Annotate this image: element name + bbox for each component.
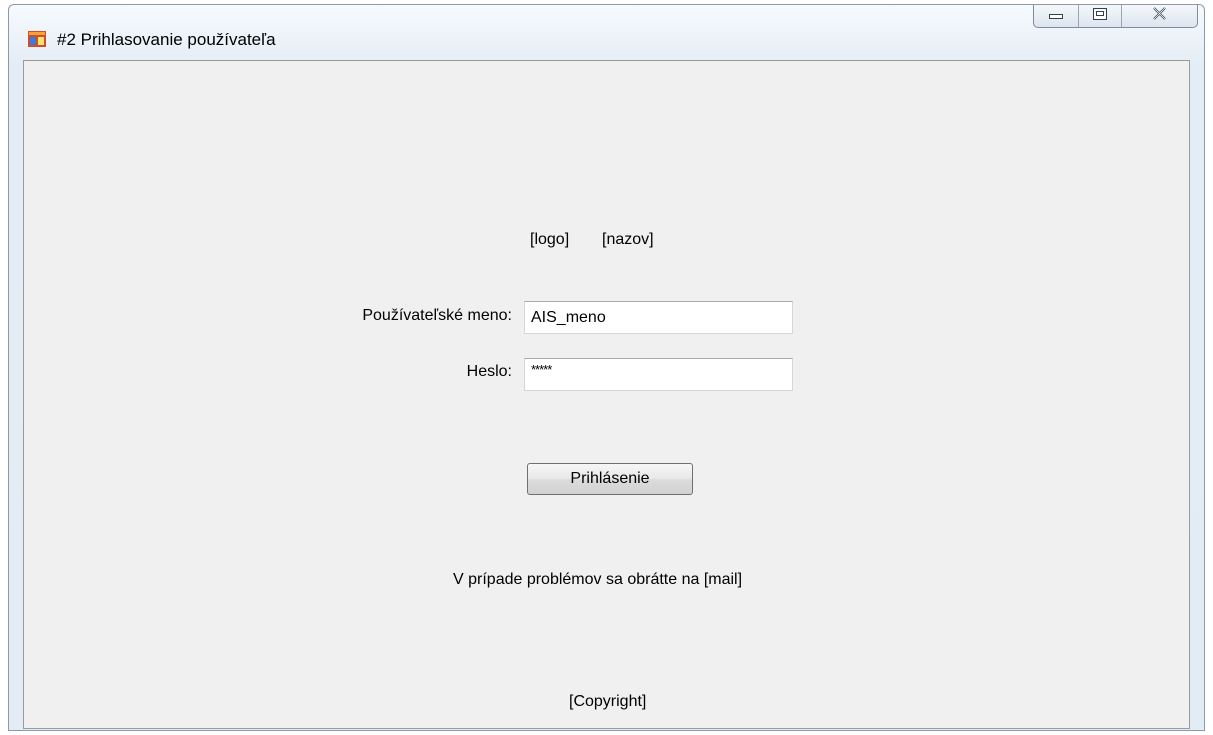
window-title: #2 Prihlasovanie používateľa — [57, 30, 276, 49]
minimize-icon — [1049, 7, 1063, 25]
login-button[interactable]: Prihlásenie — [527, 463, 693, 495]
maximize-icon — [1093, 7, 1107, 25]
title-bar[interactable]: #2 Prihlasovanie používateľa — [9, 5, 1204, 61]
close-icon — [1152, 7, 1167, 25]
username-label: Používateľské meno: — [362, 307, 512, 324]
app-name-placeholder: [nazov] — [602, 231, 654, 248]
caption-buttons — [1033, 5, 1198, 28]
maximize-button[interactable] — [1079, 5, 1122, 27]
windows-form-icon[interactable] — [28, 31, 46, 47]
logo-placeholder: [logo] — [530, 231, 570, 248]
close-button[interactable] — [1122, 5, 1197, 27]
form-client-area: [logo] [nazov] Používateľské meno: AIS_m… — [23, 60, 1190, 729]
password-label: Heslo: — [466, 363, 512, 380]
help-text: V prípade problémov sa obrátte na [mail] — [453, 571, 743, 588]
minimize-button[interactable] — [1034, 5, 1079, 27]
copyright-text: [Copyright] — [569, 693, 647, 710]
password-field[interactable]: ***** — [524, 358, 793, 391]
login-window: #2 Prihlasovanie používateľa [logo] [naz… — [8, 4, 1205, 731]
username-field[interactable]: AIS_meno — [524, 301, 793, 334]
